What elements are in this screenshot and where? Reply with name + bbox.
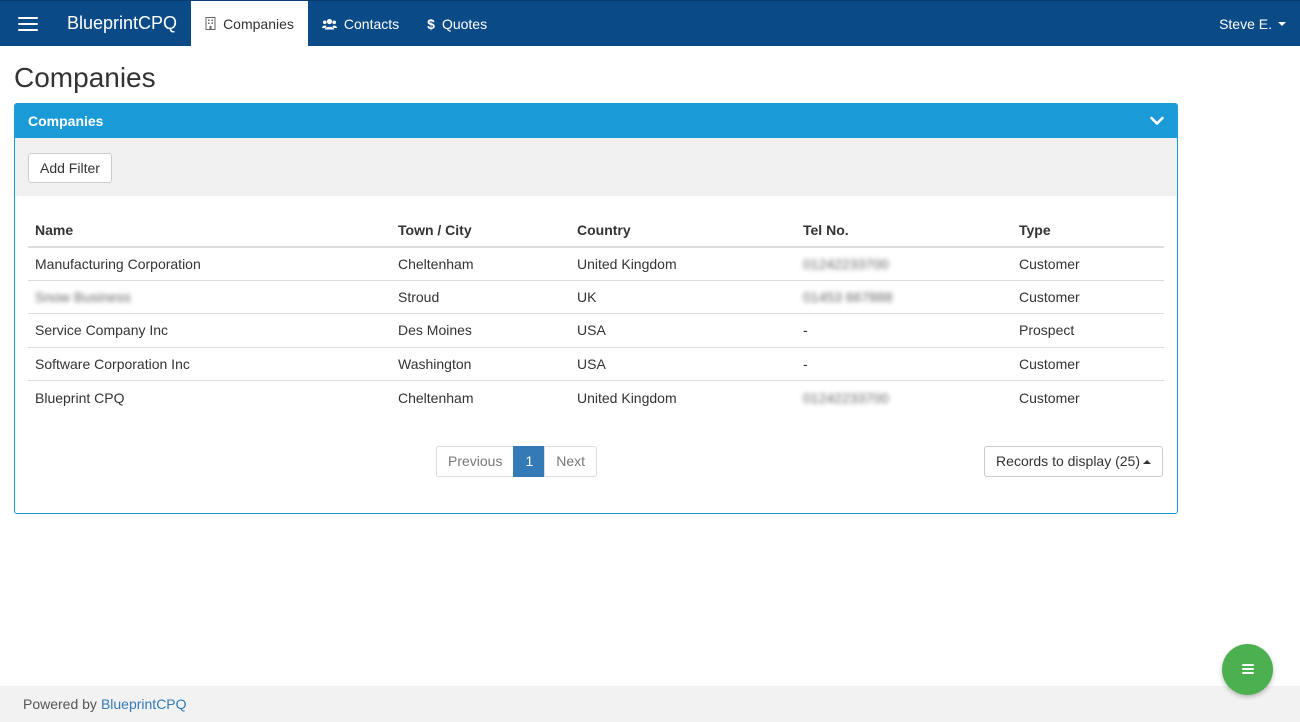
cell-type: Customer: [1012, 347, 1164, 382]
cell-tel: -: [796, 347, 1012, 382]
nav-item-quotes[interactable]: $ Quotes: [413, 1, 501, 46]
cell-type: Customer: [1012, 247, 1164, 281]
records-to-display-dropdown[interactable]: Records to display (25): [984, 446, 1163, 477]
cell-tel: -: [796, 313, 1012, 348]
column-header-type[interactable]: Type: [1012, 214, 1164, 248]
cell-tel: 01242233700: [803, 389, 889, 406]
column-header-tel[interactable]: Tel No.: [796, 214, 1012, 248]
cell-town: Washington: [391, 347, 570, 382]
user-name: Steve E.: [1219, 16, 1272, 32]
cell-type: Prospect: [1012, 313, 1164, 348]
users-icon: [321, 18, 337, 30]
table-row[interactable]: Manufacturing Corporation Cheltenham Uni…: [28, 247, 1164, 281]
footer-brand-link[interactable]: BlueprintCPQ: [101, 696, 187, 712]
cell-country: USA: [570, 313, 796, 348]
brand-logo[interactable]: BlueprintCPQ: [56, 1, 187, 46]
cell-name[interactable]: Software Corporation Inc: [28, 347, 391, 382]
hamburger-menu-icon[interactable]: [0, 1, 56, 46]
user-menu[interactable]: Steve E.: [1219, 1, 1286, 47]
dollar-icon: $: [427, 15, 435, 32]
companies-table: Name Town / City Country Tel No. Type Ma…: [28, 214, 1164, 414]
cell-name[interactable]: Manufacturing Corporation: [28, 247, 391, 281]
nav-item-label: Companies: [223, 15, 294, 32]
pagination: Previous 1 Next: [436, 446, 598, 477]
add-filter-button[interactable]: Add Filter: [28, 153, 112, 183]
cell-country: USA: [570, 347, 796, 382]
next-page-button[interactable]: Next: [544, 446, 598, 477]
powered-by-text: Powered by: [23, 696, 97, 712]
column-header-name[interactable]: Name: [28, 214, 391, 248]
caret-down-icon: [1278, 22, 1286, 26]
top-navbar: BlueprintCPQ Companies Contacts $ Quotes…: [0, 0, 1300, 46]
nav-item-label: Quotes: [441, 15, 488, 32]
table-row[interactable]: Blueprint CPQ Cheltenham United Kingdom …: [28, 381, 1164, 414]
cell-town: Stroud: [391, 280, 570, 315]
panel-heading[interactable]: Companies: [15, 104, 1177, 138]
table-row[interactable]: Software Corporation Inc Washington USA …: [28, 347, 1164, 382]
table-header-row: Name Town / City Country Tel No. Type: [28, 214, 1164, 248]
column-header-town[interactable]: Town / City: [391, 214, 570, 248]
cell-name[interactable]: Snow Business: [28, 280, 391, 315]
filter-bar: Add Filter: [15, 138, 1177, 196]
cell-name[interactable]: Blueprint CPQ: [28, 381, 391, 414]
footer: Powered by BlueprintCPQ: [0, 686, 1300, 722]
records-to-display-label: Records to display (25): [996, 453, 1140, 469]
nav-item-label: Contacts: [343, 15, 400, 32]
building-icon: [205, 17, 216, 30]
list-icon: [1241, 662, 1255, 678]
chevron-down-icon[interactable]: [1150, 116, 1164, 126]
cell-town: Cheltenham: [398, 389, 474, 406]
cell-name[interactable]: Service Company Inc: [28, 313, 391, 348]
companies-panel: Companies Add Filter Name Town / City Co…: [14, 103, 1178, 514]
nav-item-contacts[interactable]: Contacts: [308, 1, 413, 46]
cell-country: United Kingdom: [577, 389, 677, 406]
cell-town: Des Moines: [391, 313, 570, 348]
cell-tel: 01242233700: [796, 247, 1012, 281]
floating-menu-button[interactable]: [1222, 644, 1273, 695]
cell-type: Customer: [1012, 280, 1164, 315]
caret-up-icon: [1143, 460, 1151, 465]
page-1-button[interactable]: 1: [513, 446, 546, 477]
panel-title: Companies: [28, 113, 104, 129]
cell-country: UK: [570, 280, 796, 315]
previous-page-button[interactable]: Previous: [436, 446, 515, 477]
column-header-country[interactable]: Country: [570, 214, 796, 248]
page-title: Companies: [14, 62, 156, 93]
cell-country: United Kingdom: [570, 247, 796, 281]
nav-item-companies[interactable]: Companies: [191, 1, 308, 46]
table-row[interactable]: Snow Business Stroud UK 01453 667888 Cus…: [28, 280, 1164, 315]
cell-type: Customer: [1019, 389, 1080, 406]
table-row[interactable]: Service Company Inc Des Moines USA - Pro…: [28, 313, 1164, 348]
cell-town: Cheltenham: [391, 247, 570, 281]
cell-tel: 01453 667888: [796, 280, 1012, 315]
